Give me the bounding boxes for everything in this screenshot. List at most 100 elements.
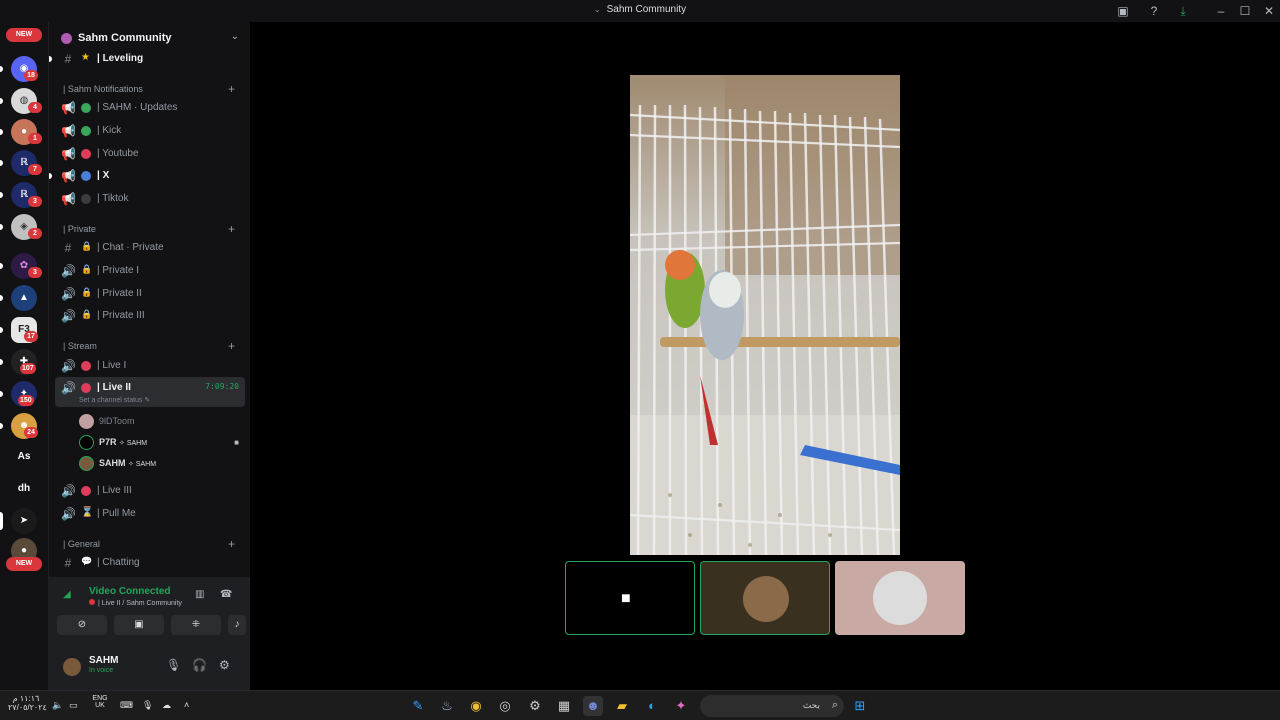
pen-app-icon[interactable]: ✎ — [408, 696, 428, 716]
category-notifications[interactable]: | Sahm Notifications + — [57, 82, 247, 97]
speech-bubble-icon: 💬 — [81, 556, 93, 566]
channel-private-2[interactable]: 🔊 🔒 | Private II — [55, 283, 245, 305]
channel-chat-private[interactable]: # 🔒 | Chat · Private — [55, 237, 245, 259]
voice-member[interactable]: P7R ✧ SAHM ■ — [79, 433, 249, 453]
file-explorer-icon[interactable]: ▰ — [612, 696, 632, 716]
microphone-icon[interactable]: 🎙 — [166, 658, 181, 672]
display-icon[interactable]: ▭ — [69, 700, 78, 711]
camera-off-button[interactable]: ⊘ — [57, 615, 107, 635]
category-general[interactable]: | General + — [57, 537, 247, 552]
voice-member[interactable]: 9lDToom — [79, 412, 249, 432]
add-channel-icon[interactable]: + — [228, 537, 235, 551]
video-tile-self[interactable]: ■ — [565, 561, 695, 635]
megaphone-icon: 📢 — [61, 147, 76, 161]
add-channel-icon[interactable]: + — [228, 339, 235, 353]
window-title-text: Sahm Community — [606, 4, 687, 15]
language-indicator[interactable]: ENG UK — [90, 695, 110, 709]
channel-live-3[interactable]: 🔊 | Live III — [55, 480, 245, 502]
signal-icon[interactable]: ◢ — [63, 589, 71, 600]
server-text-icon[interactable]: As — [11, 444, 37, 470]
chrome-icon[interactable]: ◉ — [466, 696, 486, 716]
app-icon[interactable]: ◎ — [495, 696, 515, 716]
guild-name: Sahm Community — [78, 32, 172, 44]
cloud-icon[interactable]: ☁ — [162, 700, 171, 711]
channel-pull-me[interactable]: 🔊 ⌛ | Pull Me — [55, 503, 245, 525]
chevron-up-icon[interactable]: ˄ — [184, 700, 189, 710]
voice-status-subtitle[interactable]: | Live II / Sahm Community — [89, 599, 182, 607]
keyboard-icon[interactable]: ⌨ — [120, 700, 133, 711]
server-icon[interactable]: ▲ — [11, 285, 37, 311]
discord-window: ⌄ Sahm Community ▣ ? ⤓ – ☐ ✕ NEW ◉ 18 ◍ 4… — [0, 0, 1280, 690]
guild-header[interactable]: Sahm Community ⌄ — [49, 26, 251, 50]
inbox-icon[interactable]: ▣ — [1115, 3, 1131, 19]
hourglass-icon: ⌛ — [81, 507, 94, 518]
video-stage: ■ — [250, 22, 1280, 690]
channel-live-2[interactable]: 🔊 | Live II 7:09:20 Set a channel status… — [55, 377, 245, 407]
channel-private-3[interactable]: 🔊 🔒 | Private III — [55, 305, 245, 327]
server-text-icon[interactable]: dh — [11, 476, 37, 502]
camera-icon: ■ — [234, 438, 239, 447]
channel-label: | Chatting — [97, 557, 140, 568]
screen-share-button[interactable]: ▣ — [114, 615, 164, 635]
close-button[interactable]: ✕ — [1261, 3, 1277, 19]
windows-start-icon[interactable]: ⊞ — [850, 696, 870, 716]
new-badge-top: NEW — [6, 28, 42, 42]
hash-icon: # — [64, 52, 72, 66]
channel-kick[interactable]: 📢 | Kick — [55, 120, 245, 142]
channel-live-1[interactable]: 🔊 | Live I — [55, 355, 245, 377]
status-prompt: Set a channel status — [79, 397, 143, 404]
member-name: 9lDToom — [99, 416, 135, 426]
help-icon[interactable]: ? — [1146, 3, 1162, 19]
calculator-icon[interactable]: ▦ — [554, 696, 574, 716]
main-video-feed[interactable] — [630, 75, 900, 555]
disconnect-icon[interactable]: ☎ — [220, 589, 232, 600]
volume-icon[interactable]: 🔈 — [52, 700, 63, 711]
green-dot-icon — [81, 103, 91, 113]
server-badge: 18 — [24, 70, 38, 81]
channel-x[interactable]: 📢 | X — [49, 165, 245, 187]
unread-pip — [0, 192, 3, 198]
windows-taskbar: ١١:١٦ م ٢٧/٠٥/٢٠٢٤ 🔈 ▭ ENG UK ⌨ 🎙 ☁ ˄ ✎ … — [0, 690, 1280, 720]
avatar[interactable] — [61, 656, 83, 678]
minimize-button[interactable]: – — [1213, 3, 1229, 19]
add-channel-icon[interactable]: + — [228, 222, 235, 236]
copilot-icon[interactable]: ✦ — [671, 696, 691, 716]
channel-youtube[interactable]: 📢 | Youtube — [55, 143, 245, 165]
clock-time: ١١:١٦ م — [12, 694, 40, 703]
red-dot-icon — [81, 486, 91, 496]
add-channel-icon[interactable]: + — [228, 82, 235, 96]
microphone-icon[interactable]: 🎙 — [142, 700, 153, 711]
channel-chatting[interactable]: # 💬 | Chatting — [55, 552, 245, 574]
voice-member[interactable]: SAHM ✧ SAHM — [79, 454, 249, 474]
channel-updates[interactable]: 📢 | SAHM · Updates — [55, 97, 245, 119]
voice-icon: 🔊 — [61, 484, 76, 498]
gear-icon[interactable]: ⚙ — [219, 658, 230, 672]
category-stream[interactable]: | Stream + — [57, 339, 247, 354]
member-name-text: P7R — [99, 437, 117, 447]
channel-leveling[interactable]: # ★ | Leveling — [49, 48, 245, 70]
channel-private-1[interactable]: 🔊 🔒 | Private I — [55, 260, 245, 282]
headphones-icon[interactable]: 🎧 — [192, 658, 207, 672]
noise-suppression-icon[interactable]: ▥ — [195, 589, 204, 600]
channel-tiktok[interactable]: 📢 | Tiktok — [55, 188, 245, 210]
discord-icon[interactable]: ☻ — [583, 696, 603, 716]
edge-icon[interactable]: ◐ — [642, 696, 662, 716]
clock[interactable]: ١١:١٦ م ٢٧/٠٥/٢٠٢٤ — [8, 694, 47, 712]
activities-button[interactable]: ⁜ — [171, 615, 221, 635]
server-icon[interactable]: ➤ — [11, 508, 37, 534]
download-icon[interactable]: ⤓ — [1175, 3, 1191, 19]
chevron-icon: ⌄ — [593, 5, 601, 14]
category-private[interactable]: | Private + — [57, 222, 247, 237]
maximize-button[interactable]: ☐ — [1237, 3, 1253, 19]
video-tile-member[interactable] — [835, 561, 965, 635]
search-box[interactable]: بحث ⌕ — [700, 695, 844, 717]
soundboard-button[interactable]: ♪ — [228, 615, 246, 635]
server-badge: 107 — [20, 363, 36, 374]
set-status-link[interactable]: Set a channel status ✎ — [79, 396, 150, 404]
server-badge: 17 — [24, 331, 38, 342]
video-tile-sahm[interactable] — [700, 561, 830, 635]
voice-status-title: Video Connected — [89, 586, 171, 597]
steam-icon[interactable]: ♨ — [437, 696, 457, 716]
settings-app-icon[interactable]: ⚙ — [525, 696, 545, 716]
category-label: | General — [63, 539, 100, 549]
